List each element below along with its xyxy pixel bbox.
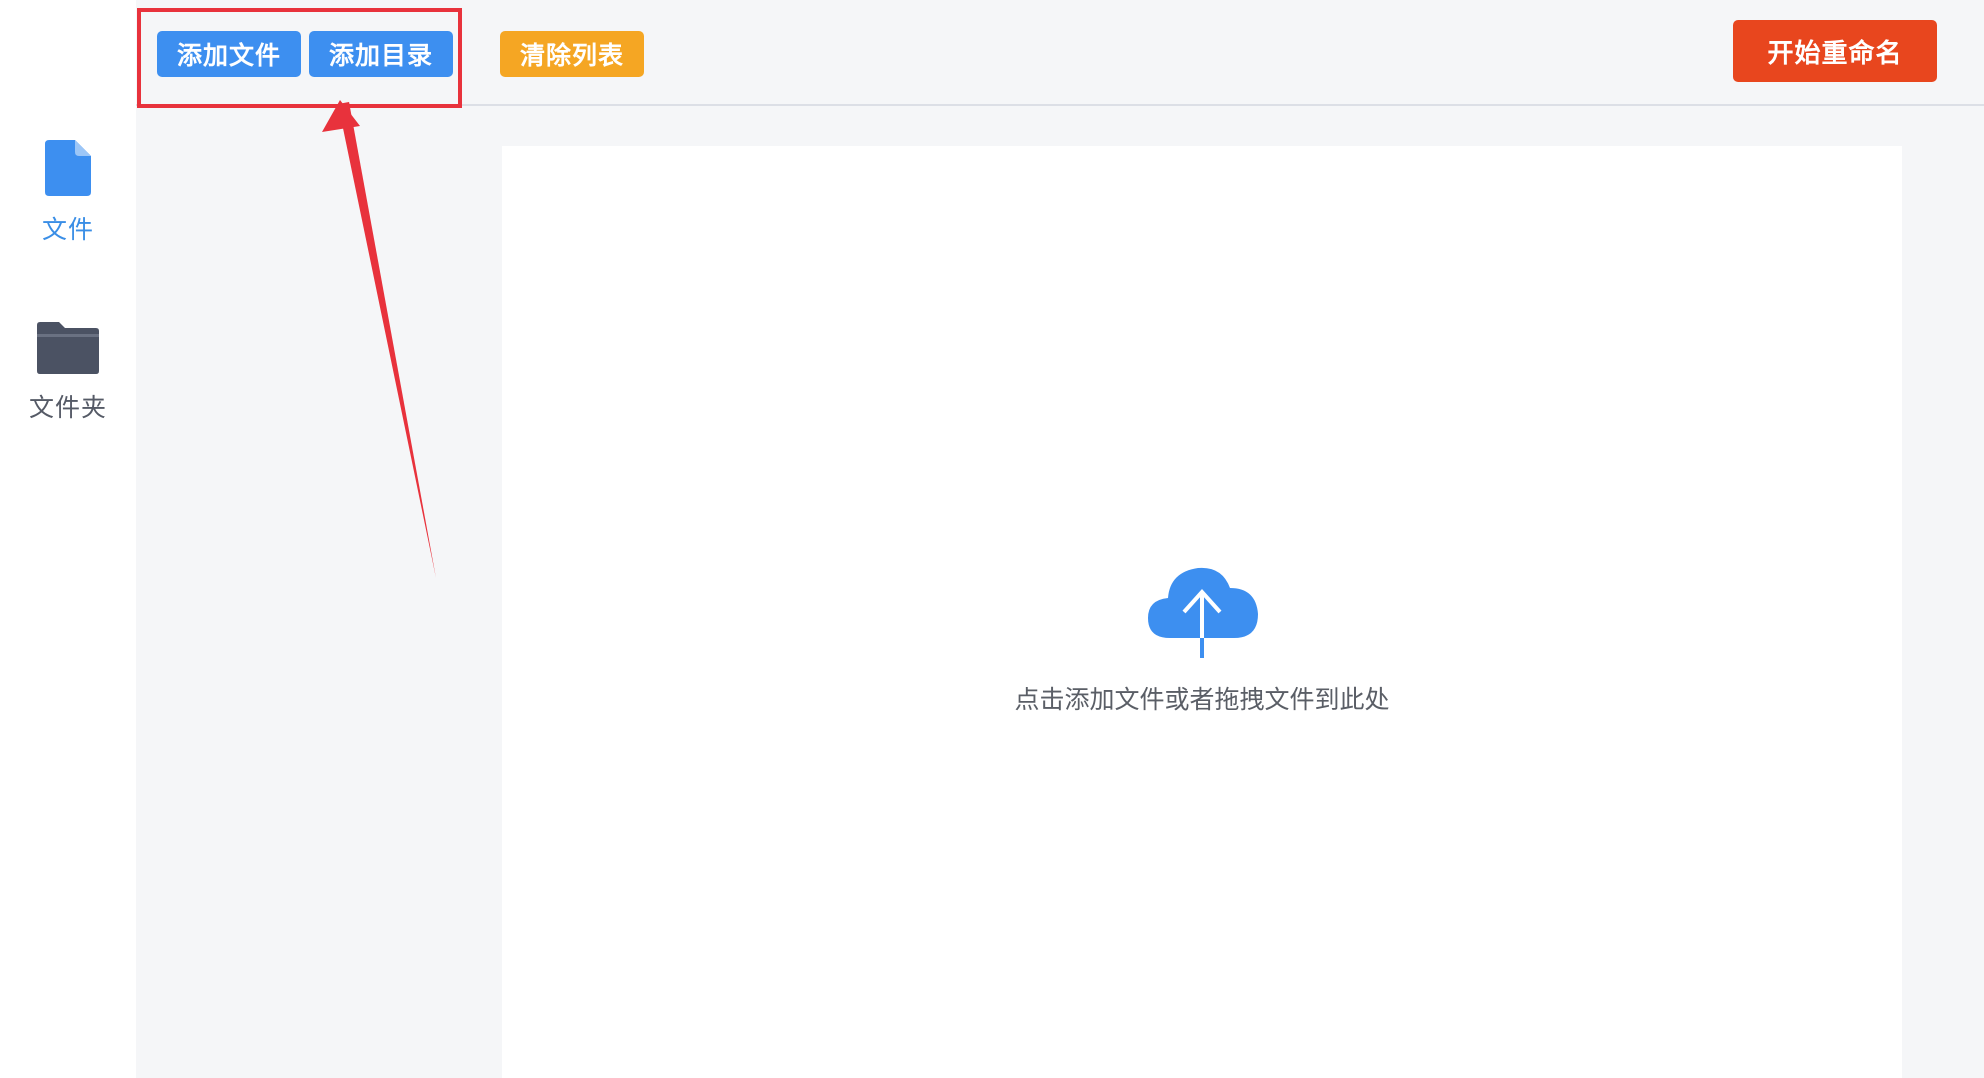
cloud-upload-icon [1142,558,1262,662]
sidebar: 文件 文件夹 [0,0,136,1078]
add-file-button[interactable]: 添加文件 [157,31,301,77]
main-panel: 添加文件 添加目录 清除列表 开始重命名 点击添加文件或者拖拽文件到此处 [136,0,1984,1078]
folder-icon [37,322,99,378]
start-rename-button[interactable]: 开始重命名 [1733,20,1937,82]
file-icon [45,140,91,200]
file-dropzone[interactable]: 点击添加文件或者拖拽文件到此处 [502,146,1902,1078]
dropzone-hint: 点击添加文件或者拖拽文件到此处 [1014,685,1390,714]
clear-list-button[interactable]: 清除列表 [500,31,644,77]
app-window: 文件 文件夹 添加文件 添加目录 清除列表 开始重命名 点击添加文件或者拖拽文件… [0,0,1984,1078]
add-directory-button[interactable]: 添加目录 [309,31,453,77]
sidebar-item-folder[interactable]: 文件夹 [0,322,136,424]
sidebar-item-file[interactable]: 文件 [0,140,136,246]
toolbar: 添加文件 添加目录 清除列表 开始重命名 [136,0,1984,106]
sidebar-item-label: 文件 [41,215,94,244]
sidebar-item-label: 文件夹 [28,393,107,422]
